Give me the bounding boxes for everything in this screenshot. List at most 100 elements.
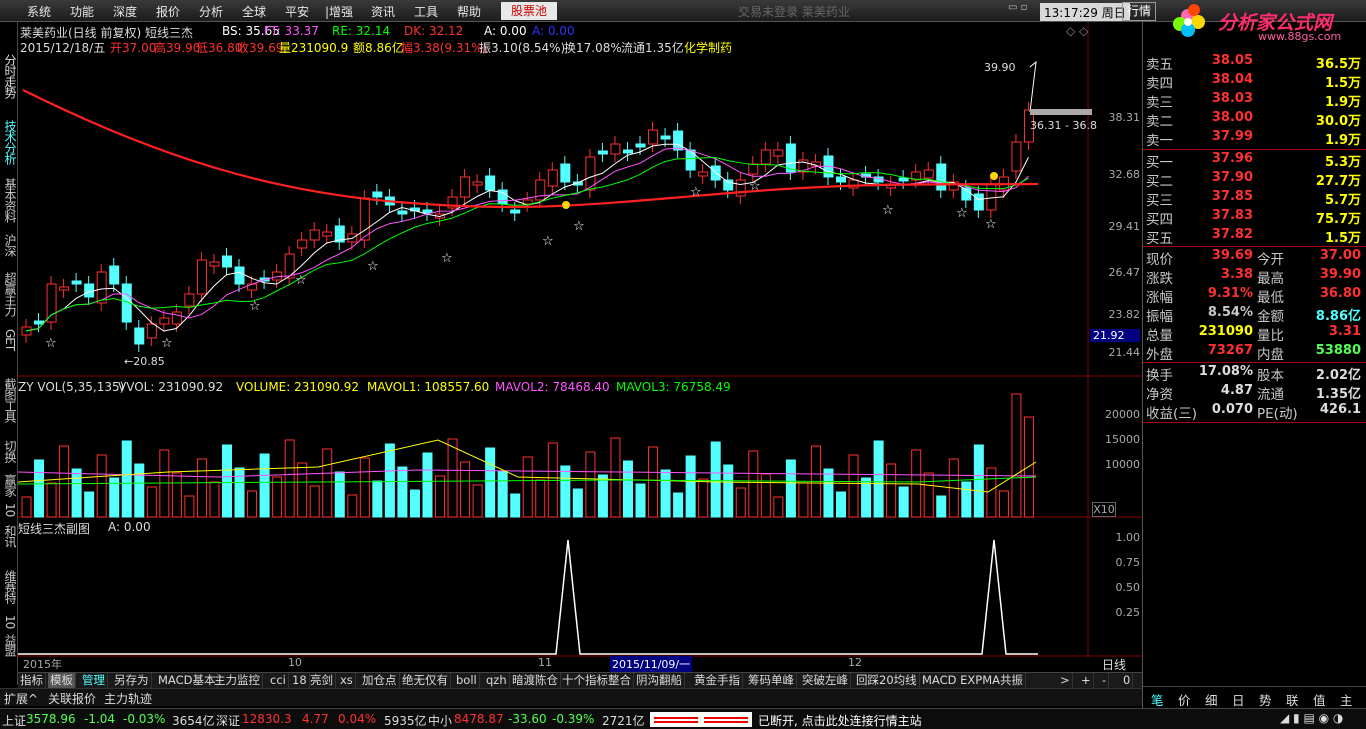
indicator-tab[interactable]: boll (454, 673, 480, 689)
indicator-tab[interactable]: 阴沟翻船 (634, 673, 685, 689)
candle-body (748, 163, 759, 175)
sz-amount: 5935亿 (384, 714, 427, 728)
window-controls[interactable]: ▭ ▫ (1008, 2, 1036, 20)
tab-vst[interactable]: 维赛特 (1, 570, 17, 603)
quote-button[interactable]: 行情 (1122, 2, 1156, 21)
tab-fundamentals[interactable]: 基本资料 (1, 178, 17, 222)
indicator-tab[interactable]: 0 (1121, 673, 1134, 689)
long-ma-line (22, 89, 1039, 209)
tab-yimeng[interactable]: 益盟 (1, 634, 17, 656)
tab-10b[interactable]: 10 (1, 615, 17, 628)
indicator-tab[interactable]: 亮剑 (308, 673, 336, 689)
sell-volume: 1.9万 (1324, 133, 1361, 148)
sz-change: 4.77 (302, 712, 329, 726)
stat-value: 1.35亿 (1315, 387, 1361, 402)
indicator-tab[interactable]: xs (338, 673, 356, 689)
right-tab[interactable]: 日 (1232, 690, 1245, 709)
indicator-tab[interactable]: 管理 (80, 673, 108, 689)
tab-hushen[interactable]: 沪深 (1, 234, 17, 256)
candle-body (159, 317, 170, 325)
indicator-tab[interactable]: 黄金手指 (692, 673, 743, 689)
candle-body (84, 283, 95, 298)
indicator-tab[interactable]: 暗渡陈仓 (510, 673, 561, 689)
menu-tools[interactable]: 工具 (414, 3, 438, 20)
signal-dot (562, 201, 570, 209)
menu-analysis[interactable]: 分析 (199, 3, 223, 20)
buy-price: 37.83 (1211, 208, 1253, 223)
indicator-tab[interactable]: 主力监控 (212, 673, 263, 689)
candle-body (59, 286, 70, 291)
stat-value: 8.86亿 (1315, 309, 1361, 324)
indicator-tab[interactable]: 加仓点 (360, 673, 400, 689)
indicator-tab[interactable]: + (1079, 673, 1094, 689)
tab-super-main[interactable]: 超赢主力 (1, 272, 17, 316)
menu-news[interactable]: 资讯 (371, 3, 395, 20)
indicator-tab[interactable]: qzh (484, 673, 510, 689)
menu-system[interactable]: 系统 (27, 3, 51, 20)
volume-bar (585, 451, 596, 518)
sub-tick: 0.25 (1115, 606, 1141, 619)
right-tab[interactable]: 势 (1259, 690, 1272, 709)
indicator-tab[interactable]: 另存为 (112, 673, 152, 689)
candle-body (196, 259, 207, 295)
stock-pool-button[interactable]: 股票池 (501, 2, 557, 20)
menu-quote[interactable]: 报价 (156, 3, 180, 20)
period-daily[interactable]: 日线 (1102, 656, 1126, 673)
connection-indicator (650, 712, 752, 727)
tab-get[interactable]: GET (1, 329, 17, 350)
bar-date: 2015/12/18/五 (20, 41, 106, 55)
chart-options-icon[interactable]: ◇ ◇ (1066, 24, 1088, 38)
zx-index: 8478.87 (454, 712, 504, 726)
menu-pingan[interactable]: 平安 (285, 3, 309, 20)
connect-message[interactable]: 已断开, 点击此处连接行情主站 (758, 712, 922, 729)
indicator-tab[interactable]: cci (268, 673, 289, 689)
tab-screenshot[interactable]: 截图工具 (1, 378, 17, 422)
menu-enhance[interactable]: |增强 (325, 3, 353, 20)
tab-winner[interactable]: 赢家 (1, 474, 17, 496)
indicator-tab[interactable]: 18 (290, 673, 310, 689)
menu-depth[interactable]: 深度 (113, 3, 137, 20)
tab-switch[interactable]: 切换 (1, 440, 17, 462)
indicator-tab[interactable]: > (1058, 673, 1073, 689)
volume-bar (447, 438, 458, 518)
right-tab[interactable]: 联 (1286, 690, 1299, 709)
tab-hexun[interactable]: 和讯 (1, 525, 17, 547)
right-tab[interactable]: 笔 (1151, 690, 1164, 709)
indicator-tab[interactable]: 筹码单峰 (746, 673, 797, 689)
tab-tech-analysis[interactable]: 技术分析 (1, 120, 17, 164)
right-tab[interactable]: 值 (1313, 690, 1326, 709)
indicator-tab[interactable]: 十个指标整合 (560, 673, 634, 689)
right-tab[interactable]: 主 (1340, 690, 1353, 709)
indicator-tab[interactable]: 绝无仅有 (400, 673, 451, 689)
indicator-tab[interactable]: MACD基本 (156, 673, 219, 689)
tray-icons[interactable]: ◢ ▮ ▤ ◉ ◑ (1280, 711, 1343, 725)
right-tab[interactable]: 细 (1205, 690, 1218, 709)
candle-body (673, 130, 684, 151)
expand-button[interactable]: 扩展^ (4, 690, 38, 707)
stat-label: 收益(三) (1146, 406, 1198, 422)
tab-related-quotes[interactable]: 关联报价 (48, 690, 96, 707)
indicator-tab[interactable]: 突破左峰 (800, 673, 851, 689)
stat-value: 2.02亿 (1315, 368, 1361, 383)
indicator-tab[interactable]: 指标 (18, 673, 46, 689)
menu-help[interactable]: 帮助 (457, 3, 481, 20)
divider (1143, 422, 1366, 423)
indicator-tab[interactable]: - (1100, 673, 1110, 689)
kline-chart[interactable]: ☆ ☆ ☆ ☆ ☆ ☆ ☆ ☆ ☆ ☆ ☆ ☆ ☆ (18, 22, 1142, 658)
tab-10a[interactable]: 10 (1, 503, 17, 516)
right-tab[interactable]: 价 (1178, 690, 1191, 709)
buy-volume: 27.7万 (1315, 174, 1361, 189)
indicator-tab[interactable]: 回踩20均线 (854, 673, 920, 689)
indicator-tab[interactable]: 模板 (48, 673, 76, 689)
volume-bar (372, 480, 383, 518)
tab-timeshare[interactable]: 分时走势 (1, 54, 17, 98)
indicator-tab[interactable]: MACD EXPMA共振 (920, 673, 1026, 689)
volume-bar (660, 469, 671, 518)
stat-value: 37.00 (1319, 248, 1361, 263)
chart-area[interactable]: ☆ ☆ ☆ ☆ ☆ ☆ ☆ ☆ ☆ ☆ ☆ ☆ ☆ 莱美药业(日线 前复权) 短线三杰 BS: 35.6… (18, 22, 1142, 672)
tab-main-force[interactable]: 主力轨迹 (104, 690, 152, 707)
menu-function[interactable]: 功能 (70, 3, 94, 20)
menu-global[interactable]: 全球 (242, 3, 266, 20)
volume-bar (46, 482, 57, 518)
candle-body (760, 149, 771, 165)
